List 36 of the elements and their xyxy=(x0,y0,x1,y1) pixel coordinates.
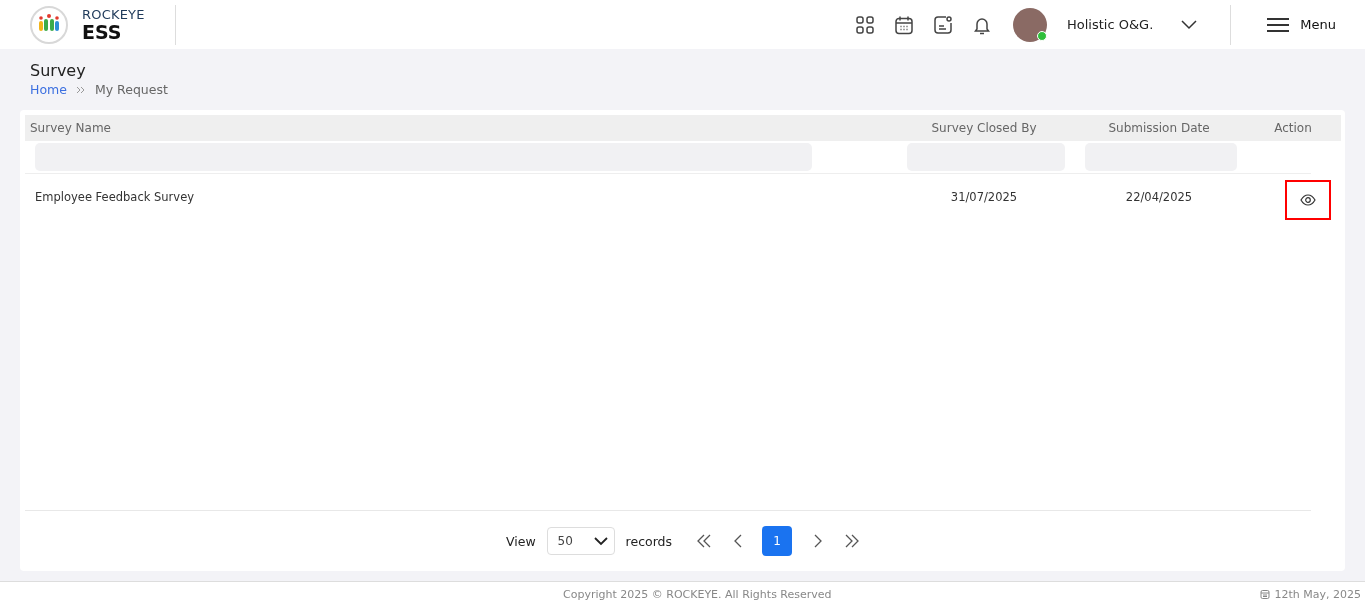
column-header: Survey Closed By xyxy=(930,121,1038,135)
eye-icon xyxy=(1300,194,1316,206)
brand-product: ESS xyxy=(82,22,123,42)
brand-name: ROCKEYE xyxy=(82,7,145,21)
view-label: View xyxy=(505,533,536,549)
copyright-text: Copyright 2025 © ROCKEYE. All Rights Reserved xyxy=(563,587,832,601)
current-date: 12th May, 2025 xyxy=(1274,587,1361,601)
column-header: Survey Name xyxy=(29,121,112,135)
logo-icon xyxy=(29,4,69,45)
previous-page-icon[interactable] xyxy=(734,534,743,548)
first-page-icon[interactable] xyxy=(696,534,713,548)
message-icon[interactable] xyxy=(933,14,953,35)
menu-icon xyxy=(1267,16,1290,33)
table-cell-text: 31/07/2025 xyxy=(949,190,1019,204)
breadcrumb-current: My Request xyxy=(94,82,168,98)
user-avatar[interactable] xyxy=(1013,7,1047,42)
page-size-select[interactable]: 50 xyxy=(546,527,615,555)
last-page-icon[interactable] xyxy=(844,534,861,548)
menu-button[interactable]: Menu xyxy=(1267,16,1336,33)
column-header: Submission Date xyxy=(1107,121,1211,135)
breadcrumb-link[interactable]: Home xyxy=(30,82,67,98)
next-page-icon[interactable] xyxy=(814,534,823,548)
column-header: Action xyxy=(1273,121,1313,135)
page-title: Survey xyxy=(30,61,87,81)
calendar-icon[interactable] xyxy=(894,14,914,35)
table-cell-text: Employee Feedback Survey xyxy=(34,190,196,204)
chevron-down-icon[interactable] xyxy=(1181,19,1198,30)
calendar-icon xyxy=(1260,589,1271,599)
table-cell-text: 22/04/2025 xyxy=(1124,190,1194,204)
records-label: records xyxy=(625,533,673,549)
double-chevron-icon xyxy=(75,86,86,94)
chevron-down-icon xyxy=(593,536,608,546)
page-button[interactable]: 1 xyxy=(762,526,793,556)
view-button[interactable] xyxy=(1285,180,1331,220)
user-name[interactable]: Holistic O&G. xyxy=(1067,17,1154,32)
apps-grid-icon[interactable] xyxy=(855,14,875,35)
